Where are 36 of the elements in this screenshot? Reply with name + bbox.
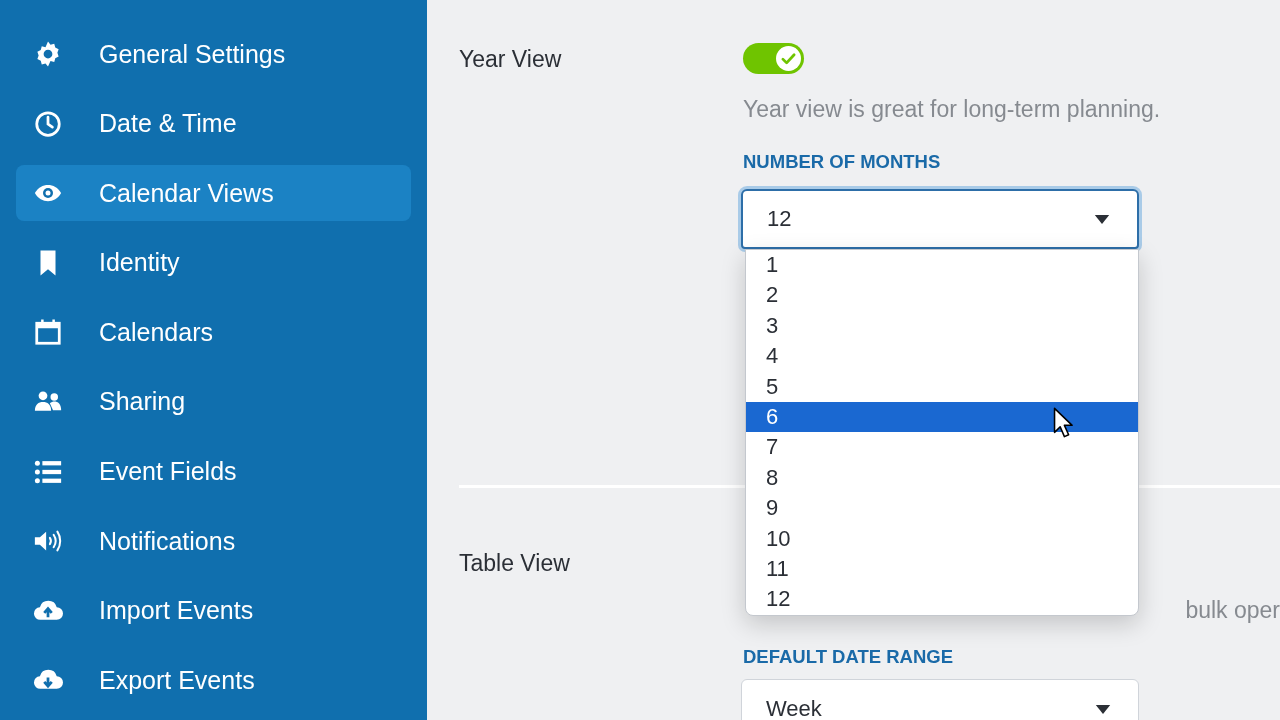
sidebar-item[interactable]: General Settings — [16, 26, 411, 82]
sidebar-item[interactable]: Notifications — [16, 513, 411, 570]
sidebar-item[interactable]: Date & Time — [16, 95, 411, 152]
caret-icon — [1094, 703, 1112, 715]
field-label: DEFAULT DATE RANGE — [743, 645, 954, 669]
clock-icon — [33, 108, 63, 139]
description-text: Year view is great for long-term planning. — [743, 95, 1161, 124]
sidebar-item[interactable]: Import Events — [16, 582, 411, 639]
calendar-icon — [33, 317, 63, 348]
dropdown-option[interactable]: 2 — [746, 280, 1138, 311]
caret-icon — [1093, 213, 1111, 225]
dropdown-option[interactable]: 11 — [746, 553, 1138, 585]
sidebar-item[interactable]: Identity — [16, 234, 411, 291]
section-title: Table View — [459, 549, 571, 578]
select-field[interactable]: 12 — [741, 189, 1139, 249]
section-title: Year View — [459, 45, 563, 74]
dropdown-option[interactable]: 7 — [746, 432, 1138, 463]
mouse-pointer-icon — [1053, 407, 1073, 438]
dropdown-option[interactable]: 1 — [746, 250, 1138, 281]
dropdown-option[interactable]: 3 — [746, 310, 1138, 342]
sidebar-item[interactable]: Event Fields — [16, 443, 411, 500]
dropdown-option[interactable]: 5 — [746, 371, 1138, 402]
sidebar-item[interactable]: Calendars — [16, 304, 411, 361]
description-text: bulk oper — [1185, 596, 1280, 625]
sidebar-item[interactable]: Sharing — [16, 373, 411, 430]
dropdown-option[interactable]: 4 — [746, 341, 1138, 372]
toggle-switch[interactable] — [743, 43, 804, 74]
dropdown-option[interactable]: 8 — [746, 462, 1138, 494]
select-field[interactable]: Week — [741, 679, 1139, 720]
sidebar-item[interactable]: Calendar Views — [16, 165, 411, 222]
field-label: NUMBER OF MONTHS — [743, 150, 942, 174]
dropdown-option[interactable]: 6 — [746, 401, 1138, 433]
sidebar-item[interactable]: Export Events — [16, 652, 411, 709]
dropdown-option[interactable]: 10 — [746, 523, 1138, 554]
dropdown-option[interactable]: 9 — [746, 493, 1138, 524]
dropdown-option[interactable]: 12 — [746, 584, 1138, 615]
